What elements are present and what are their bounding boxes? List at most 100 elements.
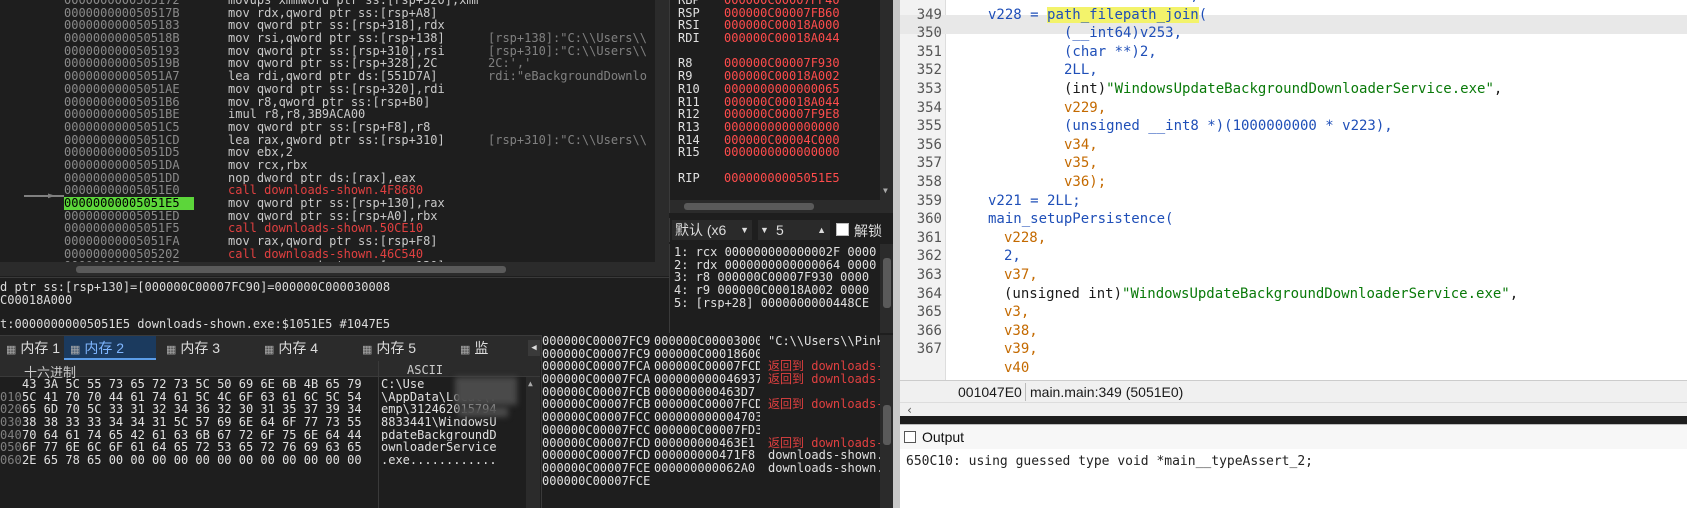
register-value[interactable]: 000000C00007F9E8 (724, 108, 840, 121)
tab-scroll-left-icon[interactable]: ◀ (528, 340, 540, 356)
stack-row[interactable]: 000000C00007FCA 000000C00007FCD 返回到 downlo… (542, 360, 880, 373)
chevron-down-icon[interactable]: ▼ (760, 220, 769, 240)
call-arg-row[interactable]: 3: r8 000000C00007F930 0000 (674, 271, 880, 284)
tab-memory-3[interactable]: ▦ 内存 3 (160, 336, 252, 360)
register-row[interactable]: R15 0000000000000000 (670, 146, 880, 159)
stack-row[interactable]: 000000C00007FCE 000000000062A0 downloads-s… (542, 462, 880, 475)
register-row[interactable]: R12 000000C00007F9E8 (670, 108, 880, 121)
disasm-row[interactable]: 000000000050517B mov rdx,qword ptr ss:[rs… (0, 7, 655, 20)
code-line[interactable]: 351 (char **)2, (900, 43, 1687, 62)
code-line[interactable]: 361 v228, (900, 229, 1687, 248)
register-value[interactable]: 0000000000000000 (724, 146, 840, 159)
disasm-row[interactable]: 0000000000505202 call downloads-shown.46C… (0, 248, 655, 261)
tab-memory-6[interactable]: ▦ 监 (454, 336, 524, 360)
tab-memory-4[interactable]: ▦ 内存 4 (258, 336, 350, 360)
code-line[interactable]: 364 (unsigned int)"WindowsUpdateBackgroun… (900, 285, 1687, 304)
code-line[interactable]: 350 (__int64)v253, (900, 24, 1687, 43)
code-line[interactable]: 367 v39, (900, 340, 1687, 359)
call-conv-select[interactable]: 默认 (x6 ▼ (672, 220, 752, 240)
stack-row[interactable]: 000000C00007FCD 000000000471F8 downloads-s… (542, 449, 880, 462)
disasm-row[interactable]: 00000000005051D5 mov ebx,2 (0, 146, 655, 159)
register-row[interactable] (670, 45, 880, 58)
register-row[interactable] (670, 159, 880, 172)
stack-row[interactable]: 000000C00007FCB 000000C00007FCD 返回到 downlo… (542, 398, 880, 411)
register-row[interactable]: R9 000000C00018A002 (670, 70, 880, 83)
register-value[interactable]: 00000000005051E5 (724, 172, 840, 185)
disasm-row[interactable]: 000000000050519B mov qword ptr ss:[rsp+32… (0, 57, 655, 70)
register-row[interactable]: RSP 000000C00007FB60 (670, 7, 880, 20)
arg-count-spinner[interactable]: ▼ 5 ▲ (758, 220, 830, 240)
stack-row[interactable]: 000000C00007FCE (542, 475, 880, 488)
disasm-row[interactable]: 00000000005051CD lea rax,qword ptr ss:[rs… (0, 134, 655, 147)
register-row[interactable]: RSI 000000C00018A000 (670, 19, 880, 32)
call-arg-row[interactable]: 5: [rsp+28] 0000000000448CE (674, 297, 880, 310)
register-row[interactable]: R11 000000C00018A044 (670, 96, 880, 109)
dump-row[interactable]: 030 38 38 33 33 34 34 31 5C 57 69 6E 64 6… (0, 416, 540, 429)
disasm-row[interactable]: 00000000005051B6 mov r8,qword ptr ss:[rsp… (0, 96, 655, 109)
code-function[interactable]: path_filepath_join (1047, 6, 1199, 23)
scroll-down-icon[interactable]: ▼ (883, 186, 888, 195)
register-value[interactable]: 000000C00004C000 (724, 134, 840, 147)
code-line[interactable]: 356 v34, (900, 136, 1687, 155)
stack-row[interactable]: 000000C00007FCA 000000000046937 返回到 downlo… (542, 373, 880, 386)
call-args-pane[interactable]: 1: rcx 000000000000002F 0000 2: rdx 00000… (669, 244, 893, 333)
disasm-row[interactable]: 00000000005051AE mov qword ptr ss:[rsp+32… (0, 83, 655, 96)
code-line[interactable]: 360 main_setupPersistence( (900, 210, 1687, 229)
code-line[interactable]: 365 v3, (900, 303, 1687, 322)
disasm-row[interactable]: 00000000005051E0 call downloads-shown.4F8… (0, 184, 655, 197)
register-value[interactable]: 000000C00007F930 (724, 57, 840, 70)
pseudocode-hscrollbar[interactable]: ‹ (900, 402, 1687, 417)
memory-dump[interactable]: 十六进制 ASCII 43 3A 5C 55 73 65 72 73 5C 50… (0, 361, 540, 508)
code-line[interactable]: 363 v37, (900, 266, 1687, 285)
code-line[interactable]: 355 (unsigned __int8 *)(1000000000 * v223… (900, 117, 1687, 136)
disasm-row[interactable]: 0000000000505193 mov qword ptr ss:[rsp+31… (0, 45, 655, 58)
dump-row[interactable]: 050 6F 77 6E 6C 6F 61 64 65 72 53 65 72 7… (0, 441, 540, 454)
registers-hscroll-thumb[interactable] (684, 203, 814, 210)
code-line[interactable]: 357 v35, (900, 154, 1687, 173)
pseudocode-pane[interactable]: v226 = 1000000000 * v223; 349 v228 = path_… (900, 0, 1687, 412)
disasm-vscrollbar[interactable] (655, 0, 669, 262)
code-line[interactable]: 366 v38, (900, 322, 1687, 341)
chevron-up-icon[interactable]: ▲ (817, 220, 826, 240)
dump-row[interactable]: 060 2E 65 78 65 00 00 00 00 00 00 00 00 0… (0, 454, 540, 467)
code-line[interactable]: 352 2LL, (900, 61, 1687, 80)
code-line[interactable]: v40 (900, 359, 1687, 378)
disasm-row[interactable]: 00000000005051ED mov qword ptr ss:[rsp+A0… (0, 210, 655, 223)
call-arg-row[interactable]: 4: r9 000000C00018A002 0000 (674, 284, 880, 297)
stack-row[interactable]: 000000C00007FCC 000000000004703R (542, 411, 880, 424)
code-line[interactable]: 358 v36); (900, 173, 1687, 192)
register-row[interactable]: RBP 000000C00007FF40 (670, 0, 880, 7)
register-value[interactable]: 0000000000000000 (724, 121, 840, 134)
args-vscroll-thumb[interactable] (883, 258, 891, 308)
register-row[interactable]: RDI 000000C00018A044 (670, 32, 880, 45)
scroll-left-icon[interactable]: ‹ (906, 403, 913, 417)
disasm-row[interactable]: 0000000000505183 mov qword ptr ss:[rsp+31… (0, 19, 655, 32)
dump-row[interactable]: 040 70 64 61 74 65 42 61 63 6B 67 72 6F 7… (0, 429, 540, 442)
disasm-row[interactable]: 00000000005051C5 mov qword ptr ss:[rsp+F8… (0, 121, 655, 134)
disasm-row[interactable]: 00000000005051DA mov rcx,rbx (0, 159, 655, 172)
register-value[interactable]: 000000C00018A044 (724, 32, 840, 45)
disasm-row[interactable]: 00000000005051BE imul r8,r8,3B9ACA00 (0, 108, 655, 121)
call-arg-row[interactable]: 2: rdx 0000000000000064 0000 (674, 259, 880, 272)
disassembly-pane[interactable]: 0000000000505172 movups xmmword ptr ss:[r… (0, 0, 669, 277)
disasm-row[interactable]: 00000000005051E5 mov qword ptr ss:[rsp+13… (0, 197, 655, 210)
registers-vscrollbar[interactable] (880, 0, 893, 200)
register-row[interactable]: R13 0000000000000000 (670, 121, 880, 134)
unlock-checkbox[interactable] (836, 223, 849, 236)
scroll-up-icon[interactable]: ▲ (528, 379, 533, 388)
register-row[interactable]: R8 000000C00007F930 (670, 57, 880, 70)
register-value[interactable]: 000000C00018A044 (724, 96, 840, 109)
code-line[interactable]: 359 v221 = 2LL; (900, 192, 1687, 211)
stack-row[interactable]: 000000C00007FC9 000000C00018600 (542, 348, 880, 361)
disasm-row[interactable]: 00000000005051FA mov rax,qword ptr ss:[rs… (0, 235, 655, 248)
splitter[interactable] (893, 0, 900, 508)
register-value[interactable]: 000000C00007FB60 (724, 7, 840, 20)
disasm-row[interactable]: 000000000050518B mov rsi,qword ptr ss:[rs… (0, 32, 655, 45)
register-value[interactable]: 000000C00018A002 (724, 70, 840, 83)
stack-pane[interactable]: 000000C00007FC9 000000C00003000 "C:\\Users… (541, 335, 893, 508)
stack-row[interactable]: 000000C00007FC9 000000C00003000 "C:\\Users… (542, 335, 880, 348)
stack-row[interactable]: 000000C00007FCD 000000000463E1 返回到 downloa… (542, 437, 880, 450)
call-arg-row[interactable]: 1: rcx 000000000000002F 0000 (674, 246, 880, 259)
register-value[interactable]: 000000C00007FF40 (724, 0, 840, 7)
tab-memory-5[interactable]: ▦ 内存 5 (356, 336, 448, 360)
